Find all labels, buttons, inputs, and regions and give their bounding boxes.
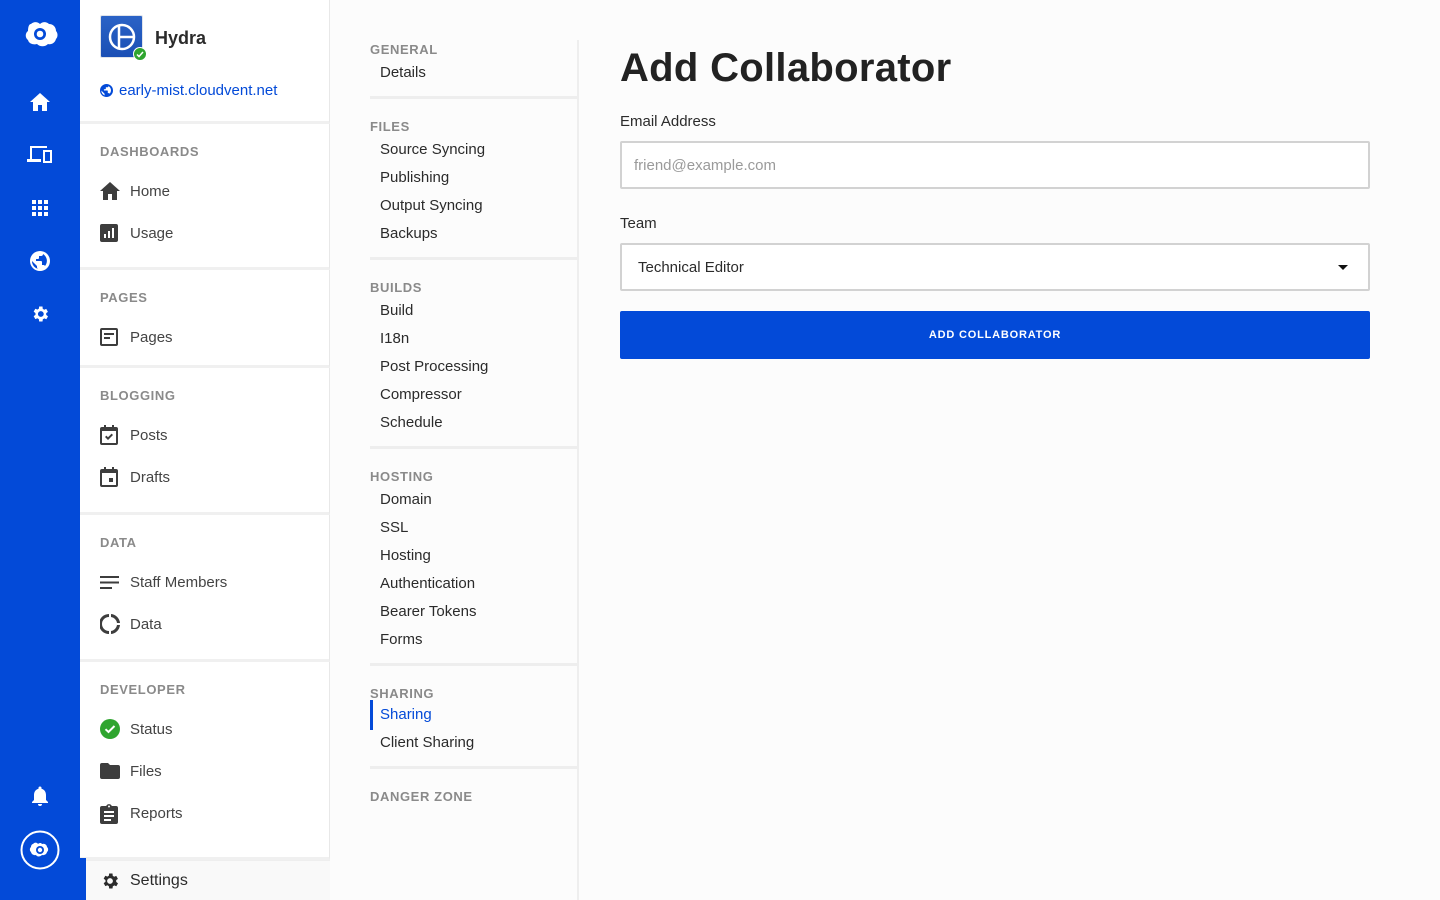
sidebar-item-label: Drafts	[130, 468, 171, 486]
team-select-value: Technical Editor	[638, 258, 744, 276]
settings-nav-details[interactable]: Details	[370, 56, 577, 90]
settings-group-general: GENERAL Details	[370, 40, 577, 99]
add-collaborator-form: Add Collaborator Email Address Team Tech…	[620, 40, 1370, 359]
sidebar-section-title: DEVELOPER	[100, 682, 186, 697]
apps-grid-icon[interactable]	[0, 188, 80, 228]
settings-group-hosting: HOSTING Domain SSL Hosting Authenticatio…	[370, 467, 577, 666]
site-sidebar: Hydra early-mist.cloudvent.net DASHBOARD…	[80, 0, 330, 900]
add-collaborator-button[interactable]: ADD COLLABORATOR	[620, 311, 1370, 359]
page-icon	[100, 328, 118, 346]
sidebar-item-label: Staff Members	[130, 573, 228, 591]
settings-group-danger-zone: DANGER ZONE	[370, 787, 577, 813]
sidebar-item-label: Reports	[130, 804, 183, 822]
caret-down-icon	[1338, 264, 1348, 270]
sidebar-item-drafts[interactable]: Drafts	[100, 452, 329, 502]
account-icon[interactable]	[0, 830, 80, 870]
donut-icon	[100, 614, 120, 634]
sidebar-item-label: Data	[130, 615, 162, 633]
site-logo-icon	[108, 23, 135, 50]
sidebar-item-data[interactable]: Data	[100, 599, 329, 649]
site-header: Hydra early-mist.cloudvent.net	[80, 0, 330, 124]
team-label: Team	[620, 215, 657, 232]
sidebar-section-pages: PAGES Pages	[80, 270, 330, 368]
site-name: Hydra	[155, 28, 207, 48]
app-rail	[0, 0, 80, 900]
calendar-check-icon	[100, 425, 118, 445]
settings-group-files: FILES Source Syncing Publishing Output S…	[370, 117, 577, 260]
sidebar-section-title: PAGES	[100, 290, 148, 305]
page-title: Add Collaborator	[620, 46, 952, 90]
email-field[interactable]	[620, 141, 1370, 189]
settings-group-builds: BUILDS Build I18n Post Processing Compre…	[370, 278, 577, 449]
sidebar-item-label: Home	[130, 182, 171, 200]
check-circle-icon	[100, 719, 120, 739]
cloud-logo-icon[interactable]	[0, 14, 80, 54]
gear-icon	[103, 873, 118, 888]
sidebar-item-label: Files	[130, 762, 162, 780]
sidebar-item-pages[interactable]: Pages	[100, 312, 329, 362]
sidebar-item-label: Status	[130, 720, 173, 738]
folder-icon	[100, 763, 120, 779]
sidebar-item-label: Usage	[130, 224, 174, 242]
sidebar-item-usage[interactable]: Usage	[100, 208, 329, 258]
sidebar-section-title: DATA	[100, 535, 137, 550]
settings-group-title: DANGER ZONE	[370, 789, 473, 804]
active-indicator	[80, 858, 86, 900]
site-url-text: early-mist.cloudvent.net	[119, 82, 278, 99]
globe-icon	[100, 84, 113, 97]
team-select[interactable]: Technical Editor	[620, 243, 1370, 291]
settings-nav-client-sharing[interactable]: Client Sharing	[370, 726, 577, 760]
sidebar-section-developer: DEVELOPER Status Files Reports	[80, 662, 330, 860]
list-icon	[100, 575, 119, 589]
sidebar-section-blogging: BLOGGING Posts Drafts	[80, 368, 330, 515]
home-icon	[100, 182, 120, 200]
site-status-icon	[133, 47, 147, 61]
sidebar-section-title: BLOGGING	[100, 388, 176, 403]
email-label: Email Address	[620, 113, 716, 130]
sidebar-item-settings[interactable]: Settings	[86, 860, 330, 900]
bell-icon[interactable]	[0, 776, 80, 816]
settings-nav: GENERAL Details FILES Source Syncing Pub…	[370, 40, 579, 900]
gear-icon[interactable]	[0, 294, 80, 334]
home-icon[interactable]	[0, 82, 80, 122]
settings-nav-schedule[interactable]: Schedule	[370, 406, 577, 440]
sidebar-item-label: Pages	[130, 328, 173, 346]
devices-icon[interactable]	[0, 135, 80, 175]
sidebar-section-data: DATA Staff Members Data	[80, 515, 330, 662]
sidebar-section-title: DASHBOARDS	[100, 144, 200, 159]
sidebar-item-label: Posts	[130, 426, 168, 444]
sidebar-section-dashboards: DASHBOARDS Home Usage	[80, 124, 330, 270]
sidebar-item-label: Settings	[130, 871, 188, 889]
settings-group-sharing: SHARING Sharing Client Sharing	[370, 684, 577, 769]
site-url-link[interactable]: early-mist.cloudvent.net	[100, 82, 277, 99]
calendar-icon	[100, 467, 118, 487]
sidebar-item-reports[interactable]: Reports	[100, 788, 329, 838]
globe-icon[interactable]	[0, 241, 80, 281]
clipboard-icon	[100, 803, 118, 824]
chart-icon	[100, 224, 118, 242]
